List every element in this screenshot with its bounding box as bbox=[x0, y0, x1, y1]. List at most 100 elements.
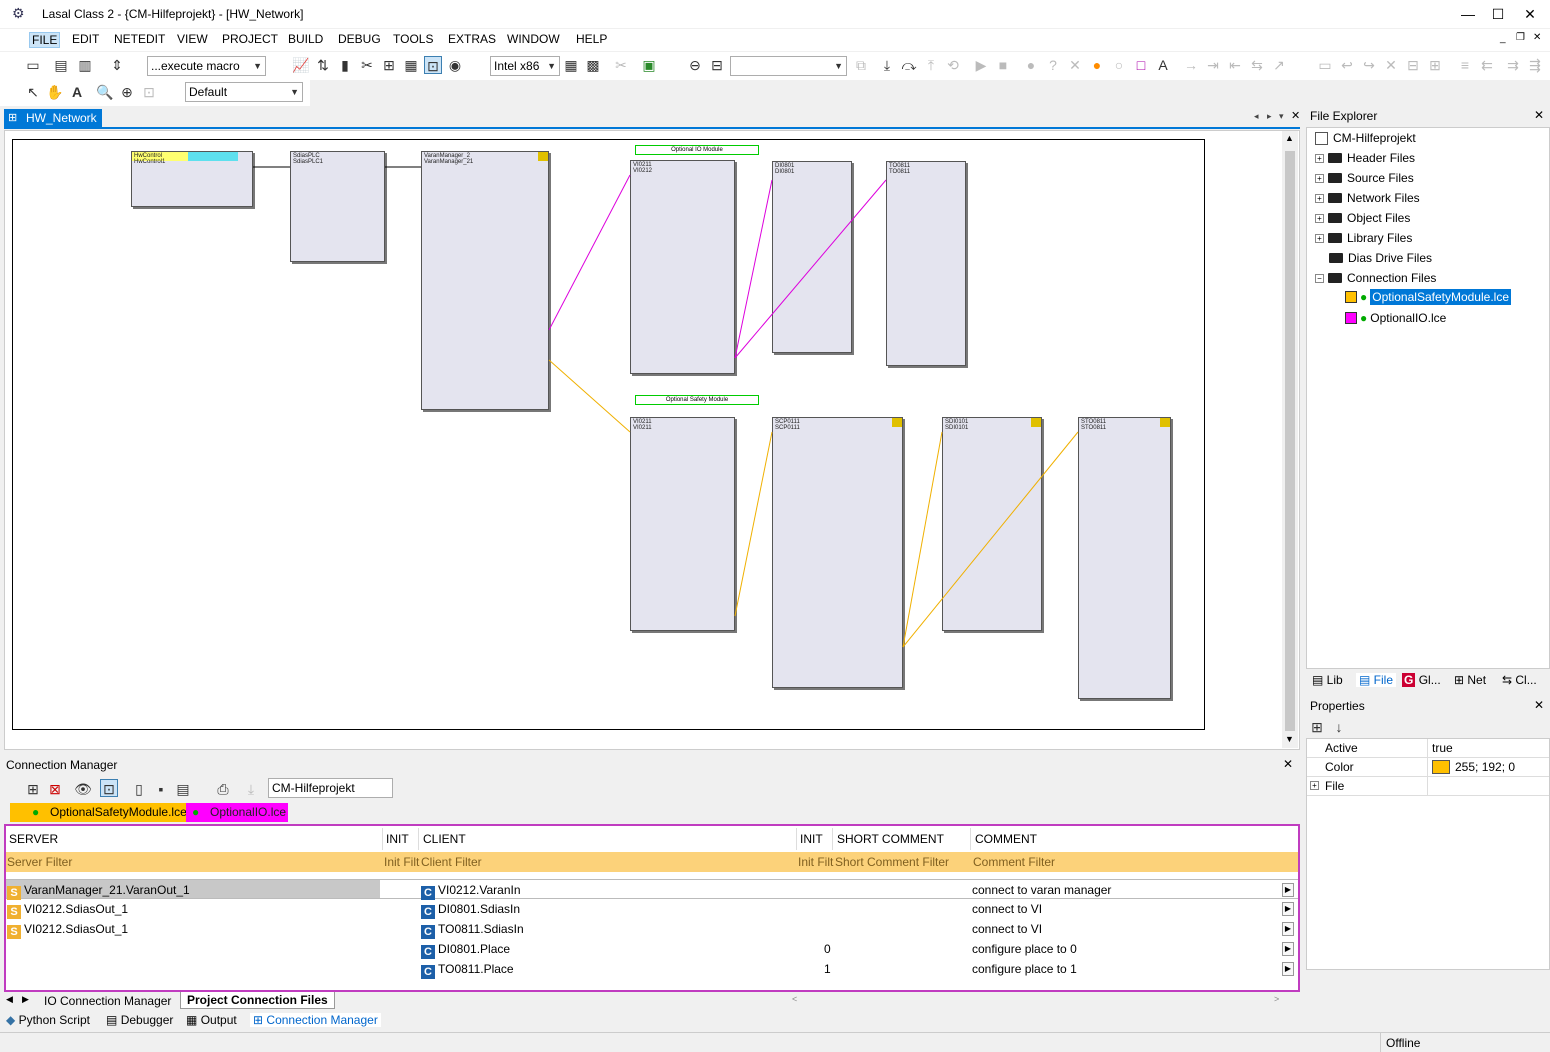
hw-network-icon[interactable]: ⊡ bbox=[424, 56, 442, 74]
step-over-icon[interactable]: ⤼ bbox=[900, 56, 918, 74]
expand-icon[interactable]: + bbox=[1315, 174, 1324, 183]
align10-icon[interactable]: ⊞ bbox=[1426, 56, 1444, 74]
tab-scroll-right-icon[interactable]: ▸ bbox=[1267, 111, 1272, 122]
expand-icon[interactable]: + bbox=[1315, 234, 1324, 243]
import-icon[interactable]: ⤓ bbox=[242, 780, 260, 798]
col-server-init[interactable]: INIT bbox=[386, 832, 409, 846]
tab-global[interactable]: G Gl... bbox=[1402, 673, 1441, 687]
table-row[interactable]: C TO0811.Place 1 configure place to 1 ▶ bbox=[6, 959, 1298, 979]
tab-connection-manager[interactable]: ⊞ Connection Manager bbox=[250, 1013, 381, 1027]
tree-root[interactable]: CM-Hilfeprojekt bbox=[1315, 131, 1416, 145]
menu-help[interactable]: HELP bbox=[574, 32, 609, 46]
col-client-init[interactable]: INIT bbox=[800, 832, 823, 846]
expand-icon[interactable]: + bbox=[1315, 154, 1324, 163]
download-icon[interactable]: ⧉ bbox=[852, 56, 870, 74]
tab-list-icon[interactable]: ▾ bbox=[1279, 111, 1284, 122]
updown-icon[interactable]: ⇕ bbox=[108, 56, 126, 74]
align9-icon[interactable]: ⊟ bbox=[1404, 56, 1422, 74]
help-icon[interactable]: ? bbox=[1044, 56, 1062, 74]
prop-row-file[interactable]: + File bbox=[1307, 777, 1549, 796]
tree-item-dias-drive-files[interactable]: Dias Drive Files bbox=[1329, 251, 1432, 265]
view-icon[interactable]: 👁 bbox=[74, 780, 92, 798]
platform-combo[interactable]: Intel x86 ▼ bbox=[490, 56, 560, 76]
tab-python-script[interactable]: ◆ Python Script bbox=[6, 1013, 90, 1027]
grid2-icon[interactable]: ▩ bbox=[584, 56, 602, 74]
mdi-restore-icon[interactable]: ❐ bbox=[1516, 32, 1525, 43]
target-combo[interactable]: ▼ bbox=[730, 56, 847, 76]
menu-window[interactable]: WINDOW bbox=[505, 32, 562, 46]
mdi-min-icon[interactable]: _ bbox=[1500, 33, 1506, 44]
table-row[interactable]: S VI0212.SdiasOut_1 C DI0801.SdiasIn conne… bbox=[6, 899, 1298, 919]
add-connection-icon[interactable]: ⊞ bbox=[24, 780, 42, 798]
tab-output[interactable]: ▦ Output bbox=[186, 1013, 237, 1027]
link-icon[interactable]: ⊖ bbox=[686, 56, 704, 74]
align6-icon[interactable]: ↩ bbox=[1338, 56, 1356, 74]
sort-az-icon[interactable]: ↓ bbox=[1330, 718, 1348, 736]
table-row[interactable]: C DI0801.Place 0 configure place to 0 ▶ bbox=[6, 939, 1298, 959]
tree-item-optionalsafetymodule[interactable]: ● OptionalSafetyModule.lce bbox=[1345, 289, 1511, 305]
save-icon[interactable]: ▪ bbox=[152, 780, 170, 798]
text-a-icon[interactable]: A bbox=[1154, 56, 1172, 74]
monitor-icon[interactable]: ▣ bbox=[640, 56, 658, 74]
tree-item-connection-files[interactable]: − Connection Files bbox=[1315, 271, 1436, 285]
project-field[interactable]: CM-Hilfeprojekt bbox=[268, 778, 393, 798]
pointer-icon[interactable]: ↖ bbox=[24, 83, 42, 101]
align14-icon[interactable]: ⇶ bbox=[1526, 56, 1544, 74]
tab-io-connection-manager[interactable]: IO Connection Manager bbox=[44, 994, 171, 1008]
menu-edit[interactable]: EDIT bbox=[70, 32, 101, 46]
prop-row-active[interactable]: Active true bbox=[1307, 739, 1549, 758]
menu-extras[interactable]: EXTRAS bbox=[446, 32, 498, 46]
scroll-up-icon[interactable]: ▲ bbox=[1285, 133, 1294, 143]
step-out-icon[interactable]: ⤒ bbox=[922, 56, 940, 74]
client-init-filter[interactable]: Init Filt bbox=[798, 855, 833, 869]
delete-connection-icon[interactable]: ⊠ bbox=[46, 780, 64, 798]
tree-item-network-files[interactable]: + Network Files bbox=[1315, 191, 1420, 205]
close-icon[interactable]: ✕ bbox=[1283, 757, 1293, 771]
tab-hw-network[interactable]: ⊞ HW_Network bbox=[4, 109, 102, 127]
align11-icon[interactable]: ≡ bbox=[1456, 56, 1474, 74]
scroll-thumb[interactable] bbox=[1285, 151, 1295, 731]
short-comment-filter[interactable]: Short Comment Filter bbox=[835, 855, 949, 869]
expand-icon[interactable]: + bbox=[1315, 214, 1324, 223]
status-dot-icon[interactable]: ● bbox=[1088, 56, 1106, 74]
row-expand-icon[interactable]: ▶ bbox=[1282, 962, 1294, 976]
align5-icon[interactable]: ▭ bbox=[1316, 56, 1334, 74]
tab-project-connection-files[interactable]: Project Connection Files bbox=[180, 992, 335, 1009]
align4-icon[interactable]: ↗ bbox=[1270, 56, 1288, 74]
tab-optionalio[interactable]: ● OptionalIO.lce bbox=[186, 803, 288, 822]
print-icon[interactable]: ⎙ bbox=[214, 780, 232, 798]
network-view-icon[interactable]: ⊡ bbox=[100, 779, 118, 797]
tab-net[interactable]: ⊞ Net bbox=[1454, 673, 1486, 687]
menu-debug[interactable]: DEBUG bbox=[336, 32, 383, 46]
new-window-icon[interactable]: ▭ bbox=[24, 56, 42, 74]
server-filter[interactable]: Server Filter bbox=[7, 855, 72, 869]
tab-optionalsafetymodule[interactable]: ● OptionalSafetyModule.lce bbox=[10, 803, 187, 822]
zoom-in-icon[interactable]: ⊕ bbox=[118, 83, 136, 101]
cancel-icon[interactable]: ✕ bbox=[1066, 56, 1084, 74]
box-icon[interactable]: □ bbox=[1132, 56, 1150, 74]
menu-netedit[interactable]: NETEDIT bbox=[112, 32, 167, 46]
tab-prev-icon[interactable]: ◀ bbox=[6, 994, 13, 1005]
tree-item-optionalio[interactable]: ● OptionalIO.lce bbox=[1345, 311, 1446, 325]
tab-scroll-left-icon[interactable]: ◂ bbox=[1254, 111, 1259, 122]
tools-icon[interactable]: ✂ bbox=[358, 56, 376, 74]
row-expand-icon[interactable]: ▶ bbox=[1282, 922, 1294, 936]
menu-view[interactable]: VIEW bbox=[175, 32, 210, 46]
prop-row-color[interactable]: Color 255; 192; 0 bbox=[1307, 758, 1549, 777]
scroll-down-icon[interactable]: ▼ bbox=[1285, 734, 1294, 744]
tree-item-object-files[interactable]: + Object Files bbox=[1315, 211, 1410, 225]
close-icon[interactable]: ✕ bbox=[1534, 698, 1544, 712]
memory-icon[interactable]: ▮ bbox=[336, 56, 354, 74]
collapse-icon[interactable]: − bbox=[1315, 274, 1324, 283]
tab-lib[interactable]: ▤ Lib bbox=[1312, 673, 1343, 687]
categorized-icon[interactable]: ⊞ bbox=[1308, 718, 1326, 736]
open-project-icon[interactable]: ▥ bbox=[76, 56, 94, 74]
restart-icon[interactable]: ⟲ bbox=[944, 56, 962, 74]
tab-class[interactable]: ⇆ Cl... bbox=[1502, 673, 1537, 687]
align3-icon[interactable]: ⇆ bbox=[1248, 56, 1266, 74]
cut-icon[interactable]: ✂ bbox=[612, 56, 630, 74]
col-server[interactable]: SERVER bbox=[9, 832, 58, 846]
client-filter[interactable]: Client Filter bbox=[421, 855, 482, 869]
row-expand-icon[interactable]: ▶ bbox=[1282, 883, 1294, 897]
hand-icon[interactable]: ✋ bbox=[46, 83, 64, 101]
